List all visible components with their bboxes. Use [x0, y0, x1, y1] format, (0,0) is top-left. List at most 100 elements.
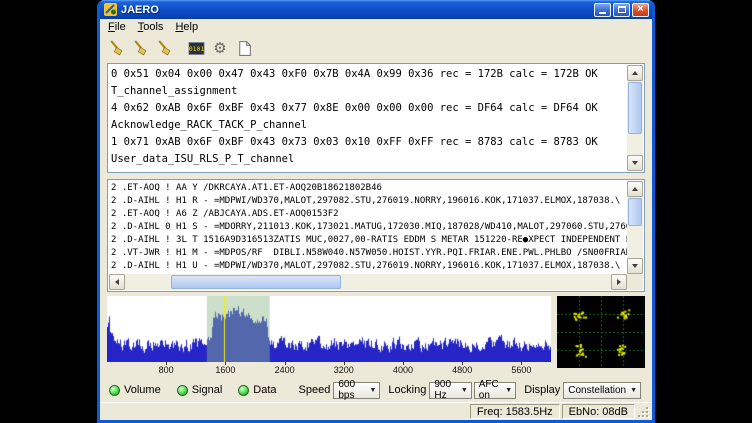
ebno-status: EbNo: 08dB	[562, 404, 635, 419]
close-button[interactable]: ×	[632, 3, 649, 17]
afc-combobox[interactable]: AFC on ▼	[474, 382, 516, 399]
signal-led-icon	[177, 385, 188, 396]
freq-status: Freq: 1583.5Hz	[470, 404, 560, 419]
menu-tools[interactable]: Tools	[132, 20, 170, 34]
display-value: Constellation	[568, 385, 626, 396]
toolbar: 0101 ⚙	[100, 35, 652, 61]
log-line: 2 .ET-AOQ ! A6 Z /ABJCAYA.ADS.ET-AOQ0153…	[111, 208, 627, 221]
speed-value: 600 bps	[338, 379, 365, 401]
scroll-down-button[interactable]	[627, 155, 643, 171]
signal-indicator: Signal	[177, 384, 223, 396]
menu-file[interactable]: File	[102, 20, 132, 34]
volume-led-icon	[109, 385, 120, 396]
acars-message-content[interactable]: 2 .ET-AOQ ! AA Y /DKRCAYA.AT1.ET-AOQ20B1…	[109, 181, 627, 274]
scrollbar-thumb[interactable]	[628, 82, 642, 134]
broom-icon	[132, 40, 149, 57]
arrow-down-icon	[632, 264, 638, 271]
locking-label: Locking	[388, 384, 426, 396]
acars-vertical-scrollbar[interactable]	[627, 181, 643, 274]
axis-tick-label: 3200	[334, 365, 354, 375]
log-line: Acknowledge_RACK_TACK_P_channel	[111, 117, 627, 134]
settings-button[interactable]: ⚙	[209, 37, 231, 59]
titlebar[interactable]: JAERO ×	[100, 0, 652, 19]
window-title: JAERO	[121, 4, 592, 16]
constellation-display	[557, 296, 645, 368]
arrow-right-icon	[617, 279, 624, 285]
broom-icon	[108, 40, 125, 57]
log-line: 4 0x62 0xAB 0x6F 0xBF 0x43 0x77 0x8E 0x0…	[111, 100, 627, 117]
arrow-up-icon	[632, 68, 638, 75]
display-label: Display	[524, 384, 560, 396]
console-log-panel[interactable]: 0 0x51 0x04 0x00 0x47 0x43 0xF0 0x7B 0x4…	[107, 63, 645, 173]
log-line: 2 .D-AIHL ! 3L T 1516A9D316513ZATIS MUC,…	[111, 234, 627, 247]
log-line: 0 0x51 0x04 0x00 0x47 0x43 0xF0 0x7B 0x4…	[111, 66, 627, 83]
close-icon: ×	[637, 4, 643, 15]
log-line: User_data_ISU_RLS_P_T_channel	[111, 151, 627, 168]
chevron-down-icon: ▼	[505, 387, 512, 394]
scrollbar-thumb[interactable]	[628, 198, 642, 226]
maximize-icon	[618, 6, 626, 13]
spectrum-display[interactable]: 800 1600 2400 3200 4000 4800 5600	[107, 296, 551, 378]
log-file-button[interactable]	[233, 37, 255, 59]
svg-text:0101: 0101	[188, 45, 203, 53]
locking-value: 900 Hz	[434, 379, 456, 401]
volume-indicator: Volume	[109, 384, 161, 396]
menu-help[interactable]: Help	[169, 20, 204, 34]
scroll-left-button[interactable]	[109, 274, 125, 290]
speed-combobox[interactable]: 600 bps ▼	[333, 382, 380, 399]
scroll-up-button[interactable]	[627, 65, 643, 81]
statusbar: Freq: 1583.5Hz EbNo: 08dB	[100, 402, 652, 420]
log-line: 2 .D-AIHL ! H1 U - =MDPWI/WD370,MALOT,29…	[111, 260, 627, 273]
chevron-down-icon: ▼	[630, 387, 637, 394]
clear-console-button[interactable]	[105, 37, 127, 59]
chevron-down-icon: ▼	[461, 387, 468, 394]
data-label: Data	[253, 384, 276, 396]
volume-label: Volume	[124, 384, 161, 396]
app-icon	[104, 3, 117, 16]
axis-tick-label: 2400	[275, 365, 295, 375]
locking-combobox[interactable]: 900 Hz ▼	[429, 382, 471, 399]
frequency-axis: 800 1600 2400 3200 4000 4800 5600	[107, 362, 551, 376]
arrow-down-icon	[632, 161, 638, 168]
document-icon	[236, 40, 253, 57]
axis-tick-label: 5600	[511, 365, 531, 375]
axis-tick-label: 4000	[393, 365, 413, 375]
axis-tick-label: 4800	[452, 365, 472, 375]
acars-message-panel[interactable]: 2 .ET-AOQ ! AA Y /DKRCAYA.AT1.ET-AOQ20B1…	[107, 179, 645, 292]
speed-label: Speed	[299, 384, 331, 396]
data-bits-button[interactable]: 0101	[185, 37, 207, 59]
minimize-button[interactable]	[594, 3, 611, 17]
arrow-up-icon	[632, 184, 638, 191]
axis-tick-label: 1600	[215, 365, 235, 375]
scrollbar-corner	[627, 274, 643, 290]
signal-label: Signal	[192, 384, 223, 396]
clear-planes-button[interactable]	[153, 37, 175, 59]
console-log-content[interactable]: 0 0x51 0x04 0x00 0x47 0x43 0xF0 0x7B 0x4…	[109, 65, 627, 171]
log-line: 1 0x71 0xAB 0x6F 0xBF 0x43 0x73 0x03 0x1…	[111, 134, 627, 151]
screen-letterbox: JAERO × File Tools Help	[0, 0, 752, 423]
jaero-window: JAERO × File Tools Help	[97, 0, 655, 423]
menubar: File Tools Help	[100, 19, 652, 35]
log-line: 2 .D-AIHL 0 H1 S - =MDORRY,211013.KOK,17…	[111, 221, 627, 234]
scrollbar-thumb[interactable]	[171, 275, 341, 289]
acars-horizontal-scrollbar[interactable]	[109, 274, 627, 290]
arrow-left-icon	[112, 279, 119, 285]
gear-icon: ⚙	[213, 41, 226, 56]
console-vertical-scrollbar[interactable]	[627, 65, 643, 171]
maximize-button[interactable]	[613, 3, 630, 17]
binary-icon: 0101	[188, 40, 205, 57]
resize-grip-icon[interactable]	[637, 407, 650, 420]
scroll-right-button[interactable]	[611, 274, 627, 290]
scroll-down-button[interactable]	[627, 258, 643, 274]
data-indicator: Data	[238, 384, 276, 396]
log-line: 2 .VT-JWR ! H1 M - =MDPOS/RF DIBLI.N58W0…	[111, 247, 627, 260]
broom-icon	[156, 40, 173, 57]
clear-messages-button[interactable]	[129, 37, 151, 59]
data-led-icon	[238, 385, 249, 396]
bottom-controls: Volume Signal Data Speed 600 bps ▼ Locki…	[100, 380, 652, 400]
scroll-up-button[interactable]	[627, 181, 643, 197]
display-combobox[interactable]: Constellation ▼	[563, 382, 641, 399]
afc-value: AFC on	[479, 379, 501, 401]
spectrum-canvas[interactable]	[107, 296, 551, 362]
axis-tick-label: 800	[159, 365, 174, 375]
